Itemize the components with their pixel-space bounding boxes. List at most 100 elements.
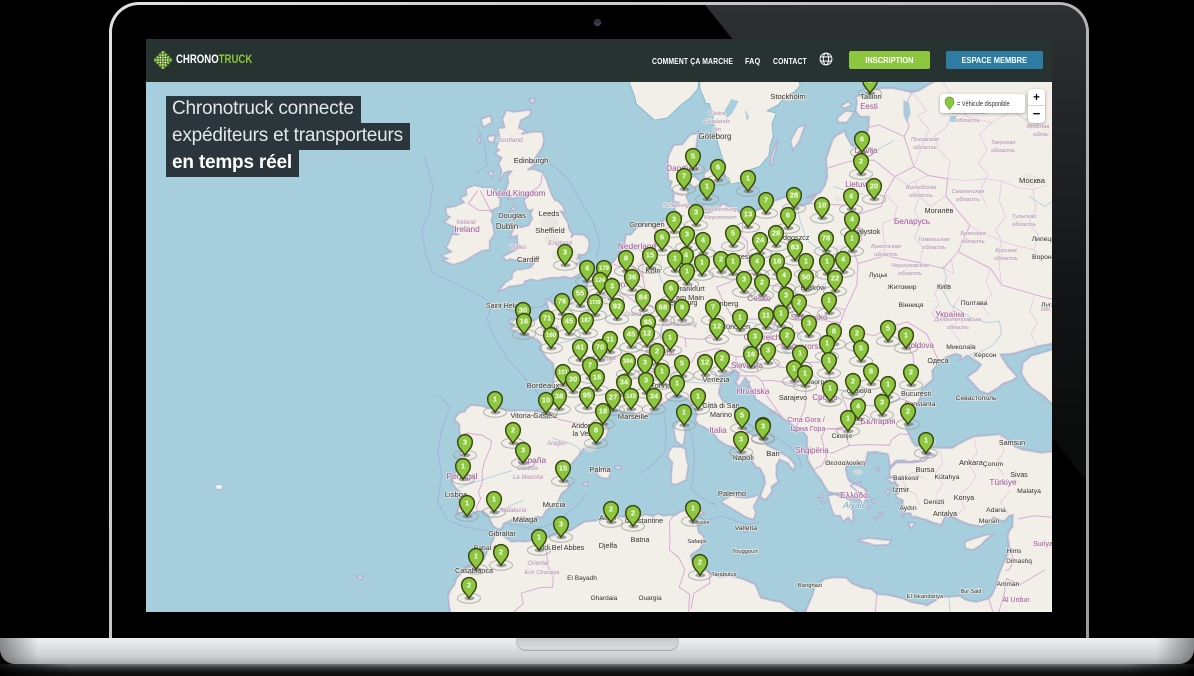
svg-text:Tarabulus: Tarabulus [711, 572, 736, 578]
svg-text:160: 160 [546, 333, 557, 339]
svg-text:10: 10 [818, 201, 826, 210]
svg-text:Denizli: Denizli [924, 499, 945, 506]
svg-text:2: 2 [719, 255, 723, 264]
svg-text:Ghardaia: Ghardaia [591, 595, 618, 602]
svg-text:3: 3 [784, 291, 788, 300]
svg-text:2: 2 [467, 581, 471, 590]
svg-text:6: 6 [669, 284, 673, 293]
svg-text:3: 3 [463, 438, 467, 447]
svg-text:Amman: Amman [997, 581, 1020, 588]
svg-text:Житомир: Житомир [887, 284, 916, 291]
svg-text:2: 2 [609, 505, 613, 514]
svg-text:Могилёв: Могилёв [925, 206, 954, 215]
svg-text:Douglas: Douglas [498, 211, 526, 220]
svg-text:28: 28 [790, 191, 798, 200]
svg-text:2: 2 [655, 347, 659, 356]
svg-text:2: 2 [909, 368, 913, 377]
svg-text:Sheffield: Sheffield [535, 226, 564, 235]
svg-text:Черниговская: Черниговская [891, 263, 929, 269]
svg-text:область: область [874, 252, 898, 258]
svg-text:Беларусь: Беларусь [894, 216, 930, 226]
svg-text:län: län [713, 127, 721, 133]
svg-text:2: 2 [855, 329, 859, 338]
svg-text:Дніпропетровська: Дніпропетровська [933, 317, 981, 323]
svg-text:Ireland: Ireland [457, 219, 476, 226]
svg-text:3: 3 [643, 358, 647, 367]
svg-text:Al Urdun: Al Urdun [1002, 597, 1029, 604]
svg-text:Bur Said: Bur Said [961, 589, 982, 595]
svg-text:2: 2 [797, 298, 801, 307]
svg-text:Adana: Adana [986, 507, 1006, 514]
svg-text:12: 12 [643, 329, 651, 338]
svg-text:92: 92 [613, 302, 621, 311]
svg-text:La Mancha: La Mancha [513, 474, 544, 481]
svg-text:11: 11 [606, 335, 615, 344]
svg-text:Sidi Bel Abbes: Sidi Bel Abbes [538, 543, 585, 552]
svg-text:41: 41 [576, 343, 585, 352]
svg-text:Гомельская: Гомельская [918, 237, 949, 243]
svg-text:3: 3 [807, 319, 811, 328]
svg-text:2: 2 [851, 377, 855, 386]
svg-text:El Bayadh: El Bayadh [567, 575, 597, 582]
svg-text:2: 2 [720, 354, 724, 363]
svg-text:Тульская: Тульская [1012, 214, 1036, 220]
svg-text:Banghazi: Banghazi [798, 583, 822, 589]
svg-text:7: 7 [588, 361, 592, 370]
svg-text:28: 28 [772, 229, 780, 238]
svg-text:3: 3 [761, 422, 765, 431]
svg-text:область: область [1012, 222, 1036, 228]
svg-text:18: 18 [593, 373, 601, 382]
svg-text:область: область [947, 325, 969, 331]
svg-text:Ouargla: Ouargla [638, 595, 662, 602]
svg-text:55: 55 [576, 289, 585, 298]
svg-text:3: 3 [644, 376, 648, 385]
svg-text:облас: облас [1033, 132, 1049, 138]
svg-text:El Iskandariya: El Iskandariya [907, 594, 944, 600]
svg-text:Mersin: Mersin [979, 518, 1000, 525]
svg-text:7: 7 [682, 172, 686, 181]
svg-text:Wales: Wales [510, 244, 527, 251]
svg-text:Sarajevo: Sarajevo [779, 393, 807, 402]
svg-text:7: 7 [711, 303, 715, 312]
svg-text:16: 16 [747, 350, 755, 359]
svg-text:34: 34 [620, 378, 629, 387]
svg-text:Çorum: Çorum [983, 461, 1004, 468]
svg-text:24: 24 [756, 236, 765, 245]
svg-text:83: 83 [791, 243, 799, 252]
svg-text:7: 7 [764, 196, 768, 205]
svg-text:Dimashq: Dimashq [1006, 558, 1032, 565]
svg-text:45: 45 [565, 317, 574, 326]
svg-text:область: область [909, 193, 933, 199]
svg-text:179: 179 [599, 266, 610, 272]
svg-text:36: 36 [628, 273, 636, 282]
svg-text:Vorpommern: Vorpommern [703, 215, 736, 221]
svg-text:Aiyaío: Aiyaío [842, 500, 867, 510]
svg-text:Valletta: Valletta [735, 525, 757, 532]
svg-text:143: 143 [626, 394, 637, 400]
svg-text:2: 2 [499, 548, 503, 557]
svg-text:Витебская: Витебская [906, 185, 936, 191]
svg-text:Київ: Київ [937, 282, 951, 291]
svg-text:84: 84 [639, 293, 648, 302]
svg-text:10: 10 [542, 396, 550, 405]
svg-text:6: 6 [786, 211, 790, 220]
svg-text:Ech Charqiya: Ech Charqiya [525, 570, 561, 576]
svg-text:Вінниця: Вінниця [899, 301, 924, 309]
svg-text:Воронеж: Воронеж [1032, 254, 1052, 261]
svg-text:Oriental: Oriental [527, 560, 549, 567]
svg-text:68: 68 [659, 303, 667, 312]
svg-text:12: 12 [701, 358, 709, 367]
svg-text:50: 50 [802, 273, 810, 282]
svg-text:2: 2 [631, 509, 635, 518]
svg-text:Севастополь: Севастополь [955, 395, 996, 402]
svg-text:70: 70 [596, 343, 604, 352]
svg-text:20: 20 [870, 182, 878, 191]
svg-text:394: 394 [623, 359, 634, 365]
svg-text:13: 13 [744, 210, 752, 219]
svg-text:Konya: Konya [954, 493, 974, 502]
svg-text:3: 3 [563, 248, 567, 257]
svg-text:95: 95 [583, 391, 592, 400]
svg-text:область: область [991, 148, 1015, 154]
svg-text:3: 3 [753, 332, 757, 341]
svg-text:Göteborg: Göteborg [699, 132, 732, 141]
